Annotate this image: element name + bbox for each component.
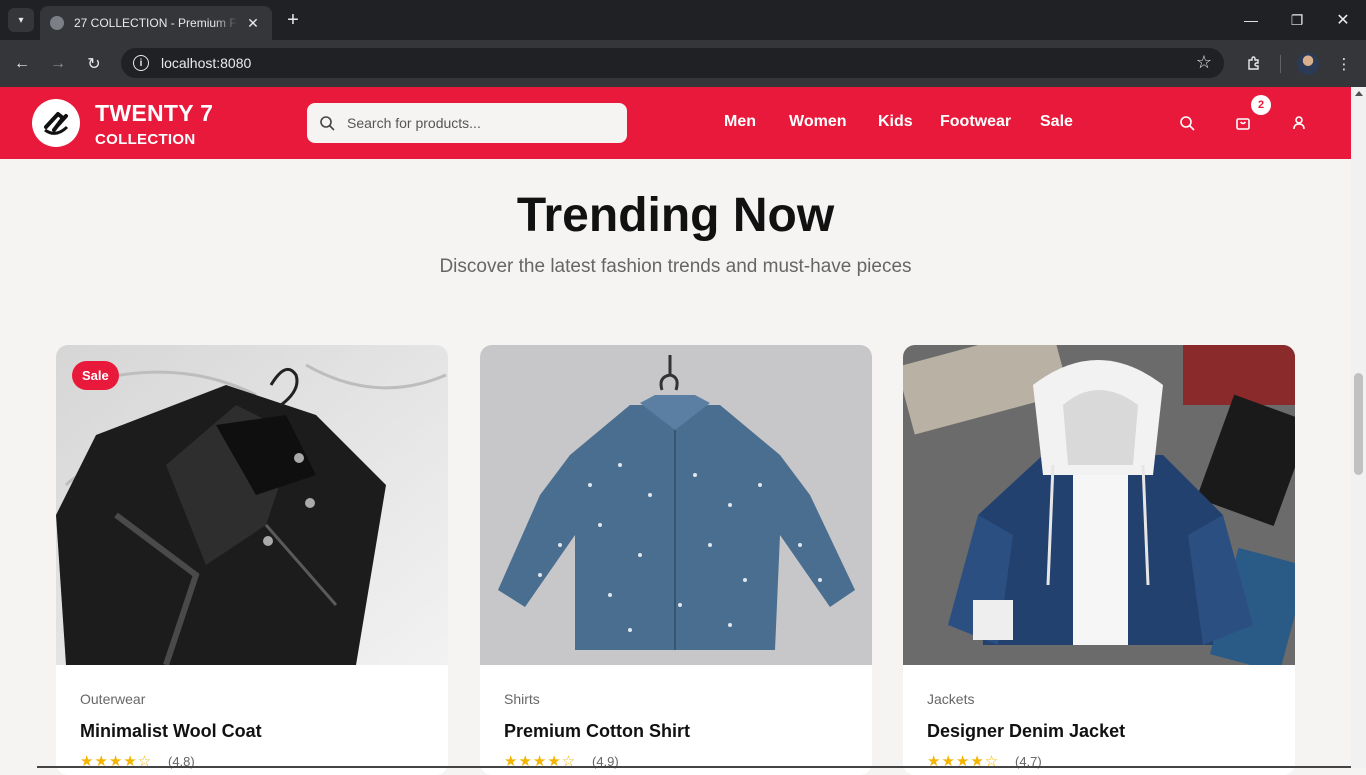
- product-card[interactable]: Shirts Premium Cotton Shirt ★★★★☆ (4.9): [480, 345, 872, 775]
- restore-button[interactable]: ❐: [1274, 0, 1320, 40]
- brand-logo[interactable]: [32, 99, 80, 147]
- section-title: Trending Now: [516, 189, 835, 242]
- product-card[interactable]: Sale Outerwear Minimalist Wool Coat ★★★★…: [56, 345, 448, 775]
- tab-search-button[interactable]: ▾: [8, 8, 34, 32]
- nav-sale[interactable]: Sale: [1040, 113, 1073, 131]
- sale-badge: Sale: [72, 361, 119, 390]
- back-button[interactable]: ←: [9, 51, 35, 77]
- product-category: Outerwear: [80, 691, 146, 707]
- tab-title: 27 COLLECTION - Premium Fashion: [74, 16, 238, 30]
- site-header: TWENTY 7 COLLECTION Men Women Kids Footw…: [0, 87, 1351, 159]
- browser-tab[interactable]: 27 COLLECTION - Premium Fashion ✕: [40, 6, 272, 40]
- search-icon: [320, 116, 335, 131]
- nav-footwear[interactable]: Footwear: [940, 113, 1011, 131]
- close-window-button[interactable]: ✕: [1320, 0, 1366, 40]
- product-name[interactable]: Premium Cotton Shirt: [504, 721, 690, 742]
- product-image[interactable]: [480, 345, 872, 665]
- nav-women[interactable]: Women: [789, 113, 846, 131]
- scrollbar-thumb[interactable]: [1354, 373, 1363, 475]
- cart-count-badge: 2: [1251, 95, 1271, 115]
- bookmark-star-icon[interactable]: ☆: [1196, 52, 1212, 73]
- url-text: localhost:8080: [161, 55, 252, 71]
- scroll-up-arrow[interactable]: [1355, 91, 1363, 96]
- product-category: Jackets: [927, 691, 975, 707]
- reload-button[interactable]: ↻: [81, 51, 107, 77]
- site-info-icon[interactable]: i: [133, 55, 149, 71]
- nav-kids[interactable]: Kids: [878, 113, 913, 131]
- product-category: Shirts: [504, 691, 540, 707]
- brand-name[interactable]: TWENTY 7: [95, 100, 213, 127]
- section-subtitle: Discover the latest fashion trends and m…: [439, 256, 912, 277]
- product-image[interactable]: [56, 345, 448, 665]
- minimize-button[interactable]: —: [1228, 0, 1274, 40]
- page-scrollbar[interactable]: [1351, 87, 1366, 768]
- brand-subtitle: COLLECTION: [95, 131, 196, 148]
- extensions-icon[interactable]: [1242, 52, 1266, 76]
- search-input[interactable]: [347, 115, 607, 131]
- product-name[interactable]: Minimalist Wool Coat: [80, 721, 262, 742]
- globe-icon: [50, 16, 64, 30]
- product-name[interactable]: Designer Denim Jacket: [927, 721, 1125, 742]
- header-search-icon[interactable]: [1175, 111, 1199, 135]
- close-tab-icon[interactable]: ✕: [244, 15, 262, 32]
- product-image[interactable]: [903, 345, 1295, 665]
- nav-men[interactable]: Men: [724, 113, 756, 131]
- product-card[interactable]: Jackets Designer Denim Jacket ★★★★☆ (4.7…: [903, 345, 1295, 775]
- cart-icon[interactable]: [1231, 111, 1255, 135]
- forward-button[interactable]: →: [45, 51, 71, 77]
- browser-tab-bar: ▾ 27 COLLECTION - Premium Fashion ✕ + — …: [0, 0, 1366, 40]
- search-bar: [307, 103, 627, 143]
- browser-menu-icon[interactable]: ⋮: [1332, 52, 1356, 76]
- toolbar-separator: [1280, 55, 1281, 73]
- account-icon[interactable]: [1287, 111, 1311, 135]
- address-bar[interactable]: i localhost:8080 ☆: [121, 48, 1224, 78]
- new-tab-button[interactable]: +: [282, 9, 304, 31]
- profile-avatar[interactable]: [1297, 53, 1319, 75]
